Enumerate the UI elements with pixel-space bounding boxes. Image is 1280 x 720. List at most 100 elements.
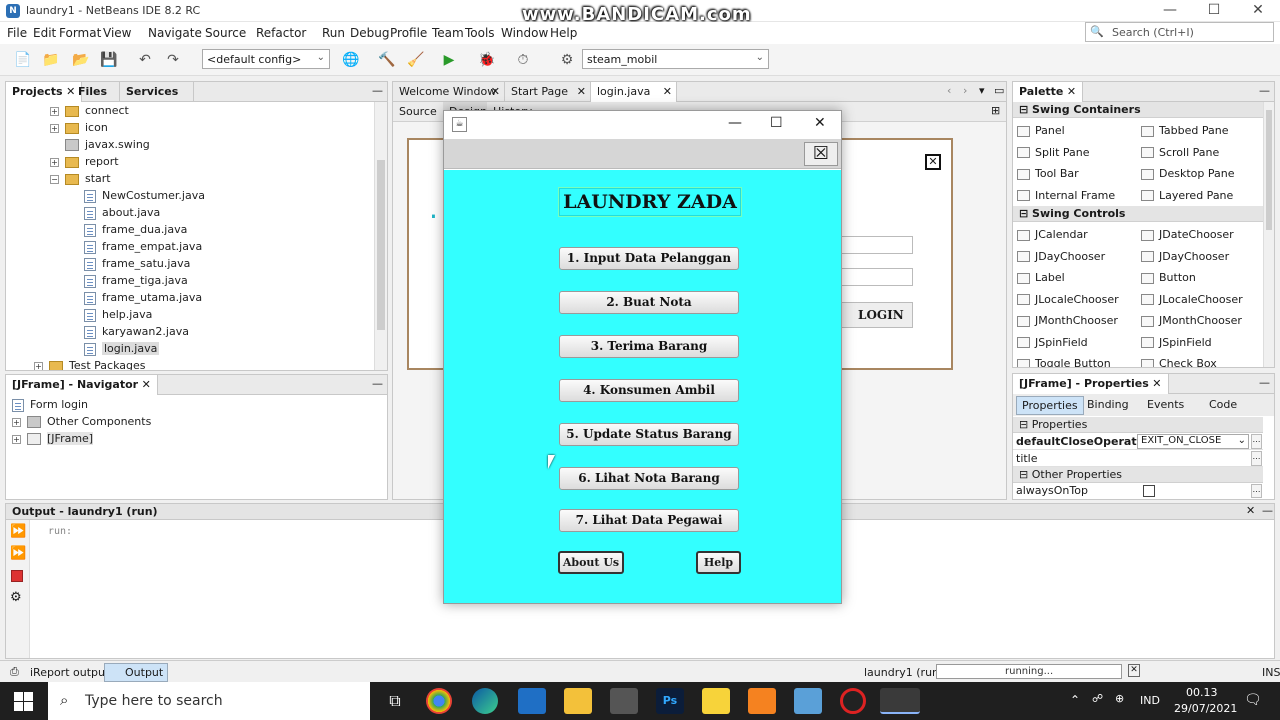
other-properties-section[interactable]: ⊟ Other Properties [1013,467,1263,483]
close-icon[interactable]: ✕ [1152,377,1161,390]
palette-item[interactable]: JDayChooser [1017,246,1105,267]
palette-item[interactable]: Panel [1017,120,1065,141]
tab-start-page[interactable]: Start Page ✕ [505,82,591,102]
photoshop-icon[interactable]: Ps [656,688,684,714]
password-field[interactable] [841,268,913,286]
lihat-nota-barang-button[interactable]: 6. Lihat Nota Barang [559,467,739,490]
chevron-up-icon[interactable]: ⌃ [1070,693,1080,707]
menu-team[interactable]: Team [432,26,464,40]
palette-item[interactable]: Tabbed Pane [1141,120,1228,141]
palette-item[interactable]: JSpinField [1141,332,1212,353]
close-icon[interactable]: ✕ [142,378,151,391]
tree-item[interactable]: javax.swing [50,136,150,153]
windows-start-icon[interactable] [14,692,34,712]
app-inner-close-button[interactable]: ☒ [804,142,838,166]
menu-profile[interactable]: Profile [390,26,427,40]
tab-properties-panel[interactable]: [JFrame] - Properties ✕ [1013,374,1169,394]
tab-files[interactable]: Files [72,82,120,102]
run-icon[interactable]: ▶ [438,50,460,70]
project-select[interactable]: steam_mobil ⌄ [582,49,769,69]
terima-barang-button[interactable]: 3. Terima Barang [559,335,739,358]
expand-icon[interactable]: + [50,157,59,167]
menu-file[interactable]: File [7,26,27,40]
subtab-events[interactable]: Events [1147,398,1184,411]
always-on-top-checkbox[interactable] [1143,485,1155,497]
clock-time[interactable]: 00.13 [1186,686,1218,699]
property-row[interactable]: title … [1013,450,1263,467]
palette-item[interactable]: Internal Frame [1017,185,1115,206]
login-button[interactable]: LOGIN [833,302,913,328]
subtab-code[interactable]: Code [1209,398,1237,411]
close-icon[interactable]: ✕ [577,85,586,98]
clean-build-icon[interactable]: 🧹 [405,50,427,70]
task-view-icon[interactable]: ⧉ [381,688,409,714]
expand-icon[interactable]: + [50,123,59,133]
property-row[interactable]: alwaysOnTop … [1013,483,1263,499]
config-select[interactable]: <default config> ⌄ [202,49,330,69]
menu-tools[interactable]: Tools [465,26,495,40]
minimize-panel-icon[interactable]: — [1259,84,1270,97]
scroll-left-icon[interactable]: ‹ [947,84,951,97]
tree-scrollbar[interactable] [374,102,387,370]
maximize-button[interactable]: ☐ [1192,0,1236,22]
palette-item[interactable]: JDayChooser [1141,246,1229,267]
menu-refactor[interactable]: Refactor [256,26,306,40]
palette-item[interactable]: Check Box [1141,353,1217,367]
open-project-icon[interactable]: 📂 [70,50,92,70]
close-icon[interactable]: ✕ [491,85,500,98]
palette-item[interactable]: Button [1141,267,1196,288]
mail-icon[interactable] [518,688,546,714]
profile-icon[interactable]: ⏱ [512,50,534,70]
settings-icon[interactable]: ⚙ [10,590,22,605]
build-icon[interactable]: 🔨 [376,50,398,70]
tree-item[interactable]: + connect [50,102,129,119]
redo-icon[interactable]: ↷ [162,50,184,70]
app-maximize-button[interactable]: ☐ [770,115,783,131]
tree-item[interactable]: frame_satu.java [84,255,190,272]
tree-item[interactable]: karyawan2.java [84,323,189,340]
help-button[interactable]: Help [696,551,741,574]
tab-projects[interactable]: Projects ✕ [6,82,83,102]
tab-login-java[interactable]: login.java ✕ [591,82,677,102]
username-field[interactable] [841,236,913,254]
sticky-notes-icon[interactable] [702,688,730,714]
tree-item[interactable]: frame_tiga.java [84,272,188,289]
chrome-icon[interactable] [426,688,452,714]
palette-item[interactable]: Layered Pane [1141,185,1233,206]
palette-item[interactable]: JCalendar [1017,224,1088,245]
search-input[interactable]: 🔍 Search (Ctrl+I) [1085,22,1274,42]
about-us-button[interactable]: About Us [558,551,624,574]
language-globe-icon[interactable]: ⊕ [1115,692,1124,705]
palette-item[interactable]: Split Pane [1017,142,1090,163]
collapse-icon[interactable]: − [50,174,59,184]
tab-services[interactable]: Services [120,82,194,102]
grid-icon[interactable]: ⊞ [991,104,1000,117]
palette-section[interactable]: ⊟ Swing Containers [1013,102,1263,118]
tree-item[interactable]: frame_utama.java [84,289,202,306]
menu-source[interactable]: Source [205,26,246,40]
palette-item[interactable]: Desktop Pane [1141,163,1234,184]
close-button[interactable]: ✕ [1236,0,1280,22]
close-icon[interactable]: ✕ [1067,85,1076,98]
undo-icon[interactable]: ↶ [134,50,156,70]
file-explorer-icon[interactable] [564,688,592,714]
network-icon[interactable]: ☍ [1092,692,1103,705]
tree-item[interactable]: help.java [84,306,152,323]
store-icon[interactable] [610,688,638,714]
palette-section[interactable]: ⊟ Swing Controls [1013,206,1263,222]
taskbar-search[interactable]: ⌕ Type here to search [48,682,370,720]
property-row[interactable]: defaultCloseOperation EXIT_ON_CLOSE ⌄ … [1013,433,1263,450]
ellipsis-button[interactable]: … [1251,484,1262,498]
ellipsis-button[interactable]: … [1251,451,1262,466]
cancel-task-icon[interactable]: ✕ [1128,664,1140,677]
lihat-data-pegawai-button[interactable]: 7. Lihat Data Pegawai [559,509,739,532]
ellipsis-button[interactable]: … [1251,434,1262,449]
nav-form-login[interactable]: Form login [12,396,88,413]
palette-item[interactable]: Label [1017,267,1065,288]
buat-nota-button[interactable]: 2. Buat Nota [559,291,739,314]
subtab-properties[interactable]: Properties [1016,396,1084,415]
minimize-panel-icon[interactable]: — [372,84,383,97]
rerun-different-icon[interactable]: ⏩ [10,546,26,561]
menu-edit[interactable]: Edit [33,26,56,40]
update-status-barang-button[interactable]: 5. Update Status Barang [559,423,739,446]
